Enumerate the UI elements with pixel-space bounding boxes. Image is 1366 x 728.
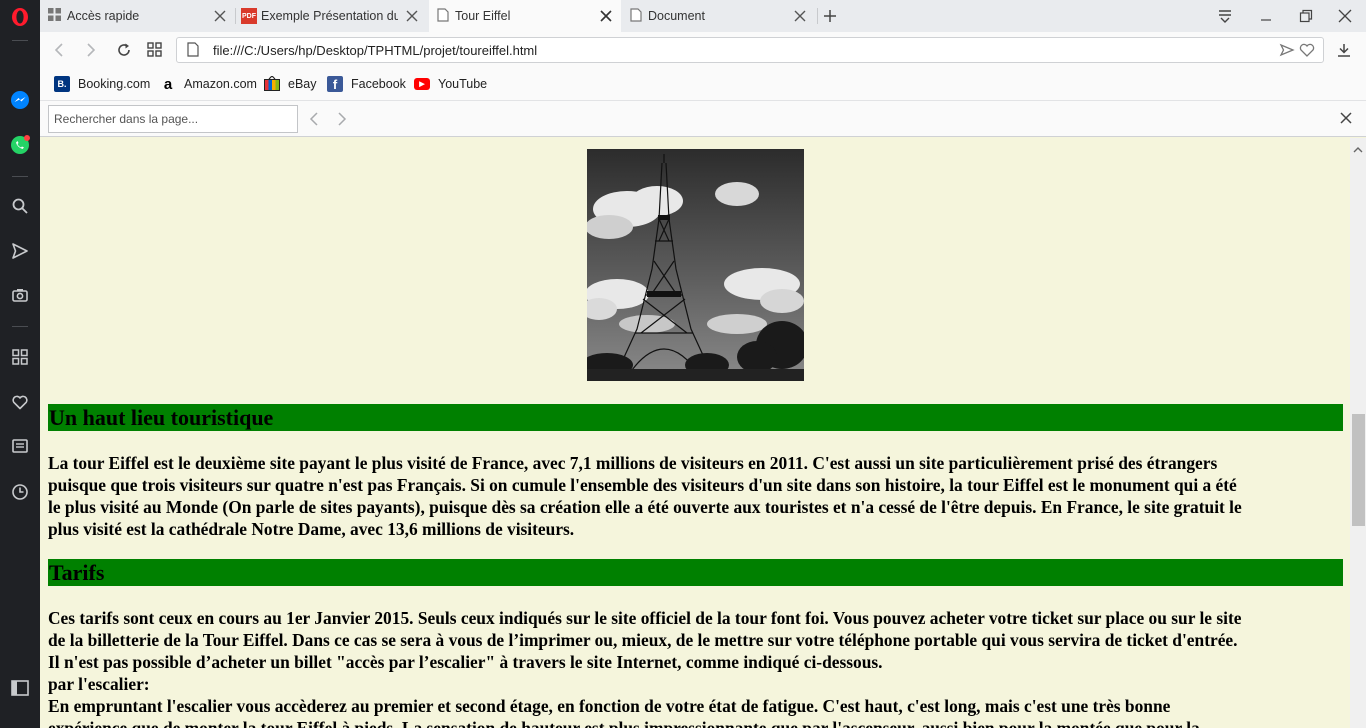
sidebar-divider — [12, 326, 28, 327]
tab-title: Document — [648, 9, 705, 23]
forward-icon[interactable] — [84, 42, 98, 63]
tab-title: Exemple Présentation du p — [261, 9, 398, 23]
whatsapp-icon[interactable] — [8, 133, 32, 157]
history-icon[interactable] — [8, 480, 32, 504]
reload-icon[interactable] — [116, 42, 132, 63]
close-tab-icon[interactable] — [213, 9, 227, 23]
restore-icon[interactable] — [1298, 8, 1314, 29]
bookmarks-bar: B. Booking.com a Amazon.com eBay f Faceb… — [40, 68, 1366, 100]
share-icon[interactable] — [1279, 43, 1295, 62]
pdf-icon: PDF — [241, 8, 257, 24]
bookmark-amazon[interactable]: a Amazon.com — [160, 75, 257, 93]
tabs-overview-icon[interactable] — [147, 42, 162, 62]
back-icon[interactable] — [52, 42, 66, 63]
tab-exemple-presentation[interactable]: PDF Exemple Présentation du p — [236, 0, 428, 32]
sidebar-divider — [12, 176, 28, 177]
close-tab-icon[interactable] — [599, 9, 613, 23]
navigation-bar: file:///C:/Users/hp/Desktop/TPHTML/proje… — [40, 32, 1366, 68]
tab-title: Tour Eiffel — [455, 9, 511, 23]
tab-document[interactable]: Document — [622, 0, 815, 32]
find-next-icon[interactable] — [336, 111, 348, 132]
bookmark-youtube[interactable]: ▶ YouTube — [414, 75, 487, 93]
eiffel-tower-photo — [587, 149, 804, 381]
section-heading: Tarifs — [49, 560, 105, 585]
scroll-up-icon[interactable] — [1353, 141, 1363, 159]
close-tab-icon[interactable] — [793, 9, 807, 23]
page-icon — [187, 42, 199, 62]
bookmark-booking[interactable]: B. Booking.com — [54, 75, 150, 93]
tab-separator — [817, 8, 818, 24]
section-heading-bar: Un haut lieu touristique — [48, 404, 1343, 431]
heart-icon[interactable] — [8, 390, 32, 414]
speed-dial-icon[interactable] — [8, 345, 32, 369]
bookmark-label: Booking.com — [78, 77, 151, 91]
messenger-icon[interactable] — [8, 88, 32, 112]
bookmark-label: Amazon.com — [184, 77, 257, 91]
search-icon[interactable] — [8, 194, 32, 218]
find-bar — [40, 100, 1366, 137]
tab-title: Accès rapide — [67, 9, 140, 23]
close-tab-icon[interactable] — [405, 9, 419, 23]
find-previous-icon[interactable] — [308, 111, 320, 132]
paragraph-line: plus visité est la cathédrale Notre Dame… — [48, 519, 575, 539]
bookmark-label: eBay — [288, 77, 317, 91]
send-icon[interactable] — [8, 239, 32, 263]
bookmark-label: YouTube — [438, 77, 488, 91]
bookmark-heart-icon[interactable] — [1299, 43, 1315, 62]
opera-logo-icon[interactable] — [8, 5, 32, 29]
sidebar-divider — [12, 40, 28, 41]
bookmark-label: Facebook — [351, 77, 406, 91]
find-in-page-input[interactable] — [48, 105, 298, 133]
bookmark-ebay[interactable]: eBay — [264, 75, 317, 93]
grid-icon — [48, 8, 61, 24]
tab-strip: Accès rapide PDF Exemple Présentation du… — [40, 0, 1366, 32]
tab-tour-eiffel[interactable]: Tour Eiffel — [429, 0, 621, 32]
opera-sidebar — [0, 0, 40, 728]
paragraph-line: Ces tarifs sont ceux en cours au 1er Jan… — [48, 608, 1242, 628]
paragraph-line: En empruntant l'escalier vous accèderez … — [48, 696, 1171, 716]
section-paragraph: Ces tarifs sont ceux en cours au 1er Jan… — [48, 607, 1343, 728]
paragraph-line: de la billetterie de la Tour Eiffel. Dan… — [48, 630, 1238, 650]
paragraph-line: La tour Eiffel est le deuxième site paya… — [48, 453, 1218, 473]
booking-icon: B. — [54, 76, 70, 92]
paragraph-line: le plus visité au Monde (On parle de sit… — [48, 497, 1242, 517]
page-content: Un haut lieu touristique La tour Eiffel … — [40, 138, 1350, 728]
scrollbar-thumb[interactable] — [1352, 414, 1365, 526]
facebook-icon: f — [327, 76, 343, 92]
ebay-icon — [264, 76, 280, 92]
section-heading: Un haut lieu touristique — [49, 405, 274, 430]
address-bar[interactable]: file:///C:/Users/hp/Desktop/TPHTML/proje… — [176, 37, 1324, 63]
address-text: file:///C:/Users/hp/Desktop/TPHTML/proje… — [213, 43, 538, 58]
minimize-icon[interactable] — [1258, 8, 1274, 29]
tab-acces-rapide[interactable]: Accès rapide — [40, 0, 233, 32]
bookmark-facebook[interactable]: f Facebook — [327, 75, 406, 93]
youtube-icon: ▶ — [414, 78, 430, 90]
download-icon[interactable] — [1336, 42, 1352, 63]
close-window-icon[interactable] — [1337, 8, 1353, 29]
paragraph-line: Il n'est pas possible d’acheter un bille… — [48, 652, 883, 672]
section-paragraph: La tour Eiffel est le deuxième site paya… — [48, 452, 1343, 540]
camera-icon[interactable] — [8, 283, 32, 307]
sidebar-toggle-icon[interactable] — [8, 676, 32, 700]
new-tab-icon[interactable] — [822, 8, 838, 29]
page-icon — [630, 7, 642, 25]
close-find-icon[interactable] — [1339, 111, 1353, 130]
section-heading-bar: Tarifs — [48, 559, 1343, 586]
paragraph-line: par l'escalier: — [48, 674, 150, 694]
amazon-icon: a — [163, 75, 173, 93]
news-icon[interactable] — [8, 434, 32, 458]
paragraph-line: expérience que de monter la tour Eiffel … — [48, 718, 1200, 728]
paragraph-line: puisque que trois visiteurs sur quatre n… — [48, 475, 1237, 495]
tab-menu-icon[interactable] — [1217, 8, 1233, 29]
page-icon — [437, 7, 449, 25]
